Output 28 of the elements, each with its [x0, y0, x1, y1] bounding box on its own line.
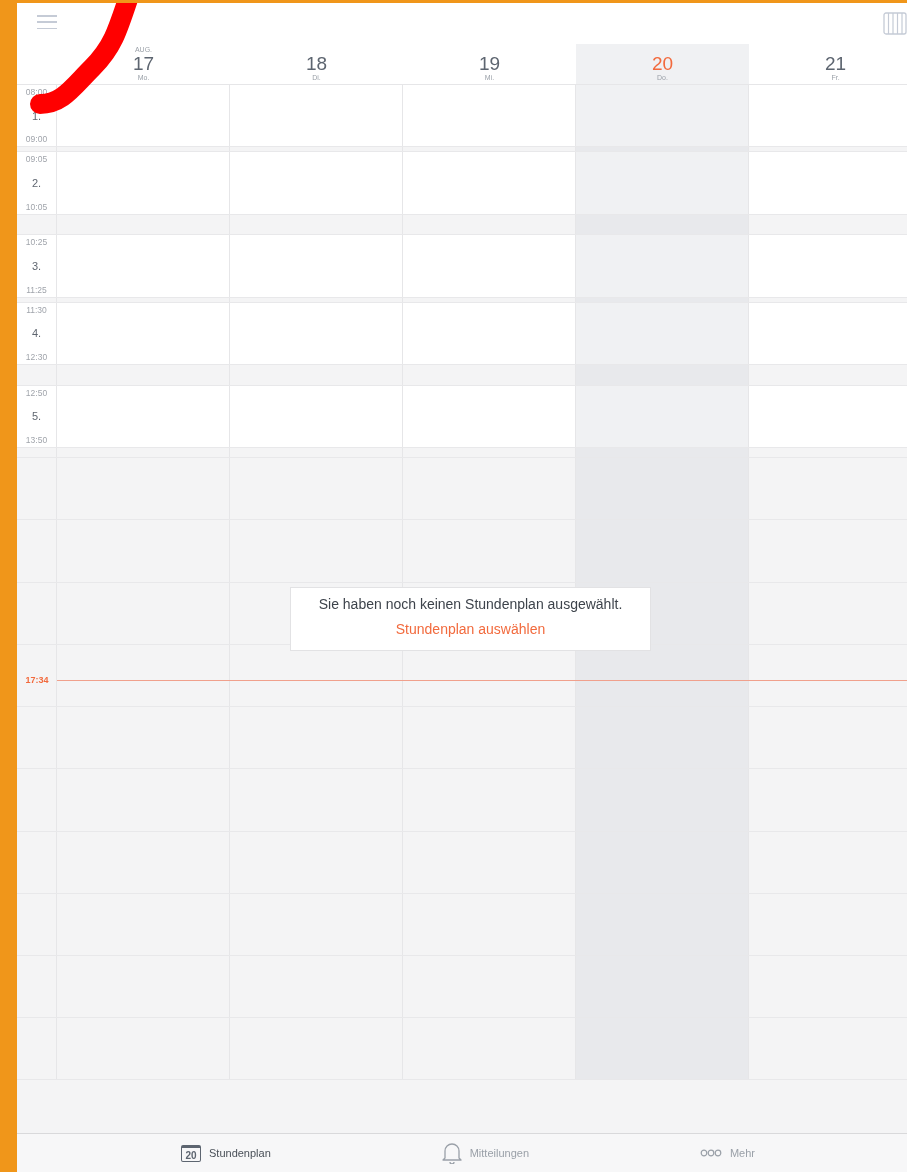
calendar-date: 20 [185, 1149, 197, 1161]
current-time: 17:34 [24, 675, 50, 686]
menu-button[interactable] [37, 15, 57, 29]
day-number: 21 [824, 54, 847, 73]
more-icon [699, 1149, 722, 1157]
start-time: 10:25 [25, 237, 48, 248]
end-time: 12:30 [25, 351, 48, 362]
start-time: 11:30 [26, 304, 47, 315]
columns-icon[interactable] [883, 12, 907, 35]
start-time: 09:05 [25, 154, 48, 165]
period-label: 4. [31, 327, 42, 340]
end-time: 11:25 [26, 284, 47, 295]
period-label: 1. [31, 109, 42, 122]
end-time: 09:00 [25, 134, 48, 145]
start-time: 12:50 [25, 387, 48, 398]
day-number: 18 [305, 54, 328, 73]
day-number: 19 [478, 54, 501, 73]
tab[interactable]: 20 Stundenplan [181, 1144, 271, 1162]
bell-icon [441, 1142, 462, 1164]
period-label: 2. [31, 177, 42, 189]
day-number: 20 [651, 54, 674, 73]
period-label: 5. [31, 410, 42, 423]
day-number: 17 [132, 54, 155, 73]
end-time: 10:05 [25, 201, 48, 212]
end-time: 13:50 [25, 434, 48, 445]
empty-message: Sie haben noch keinen Stundenplan ausgewählt. [318, 596, 623, 612]
select-timetable-link[interactable]: Stundenplan auswählen [395, 621, 546, 637]
period-label: 3. [31, 259, 42, 272]
